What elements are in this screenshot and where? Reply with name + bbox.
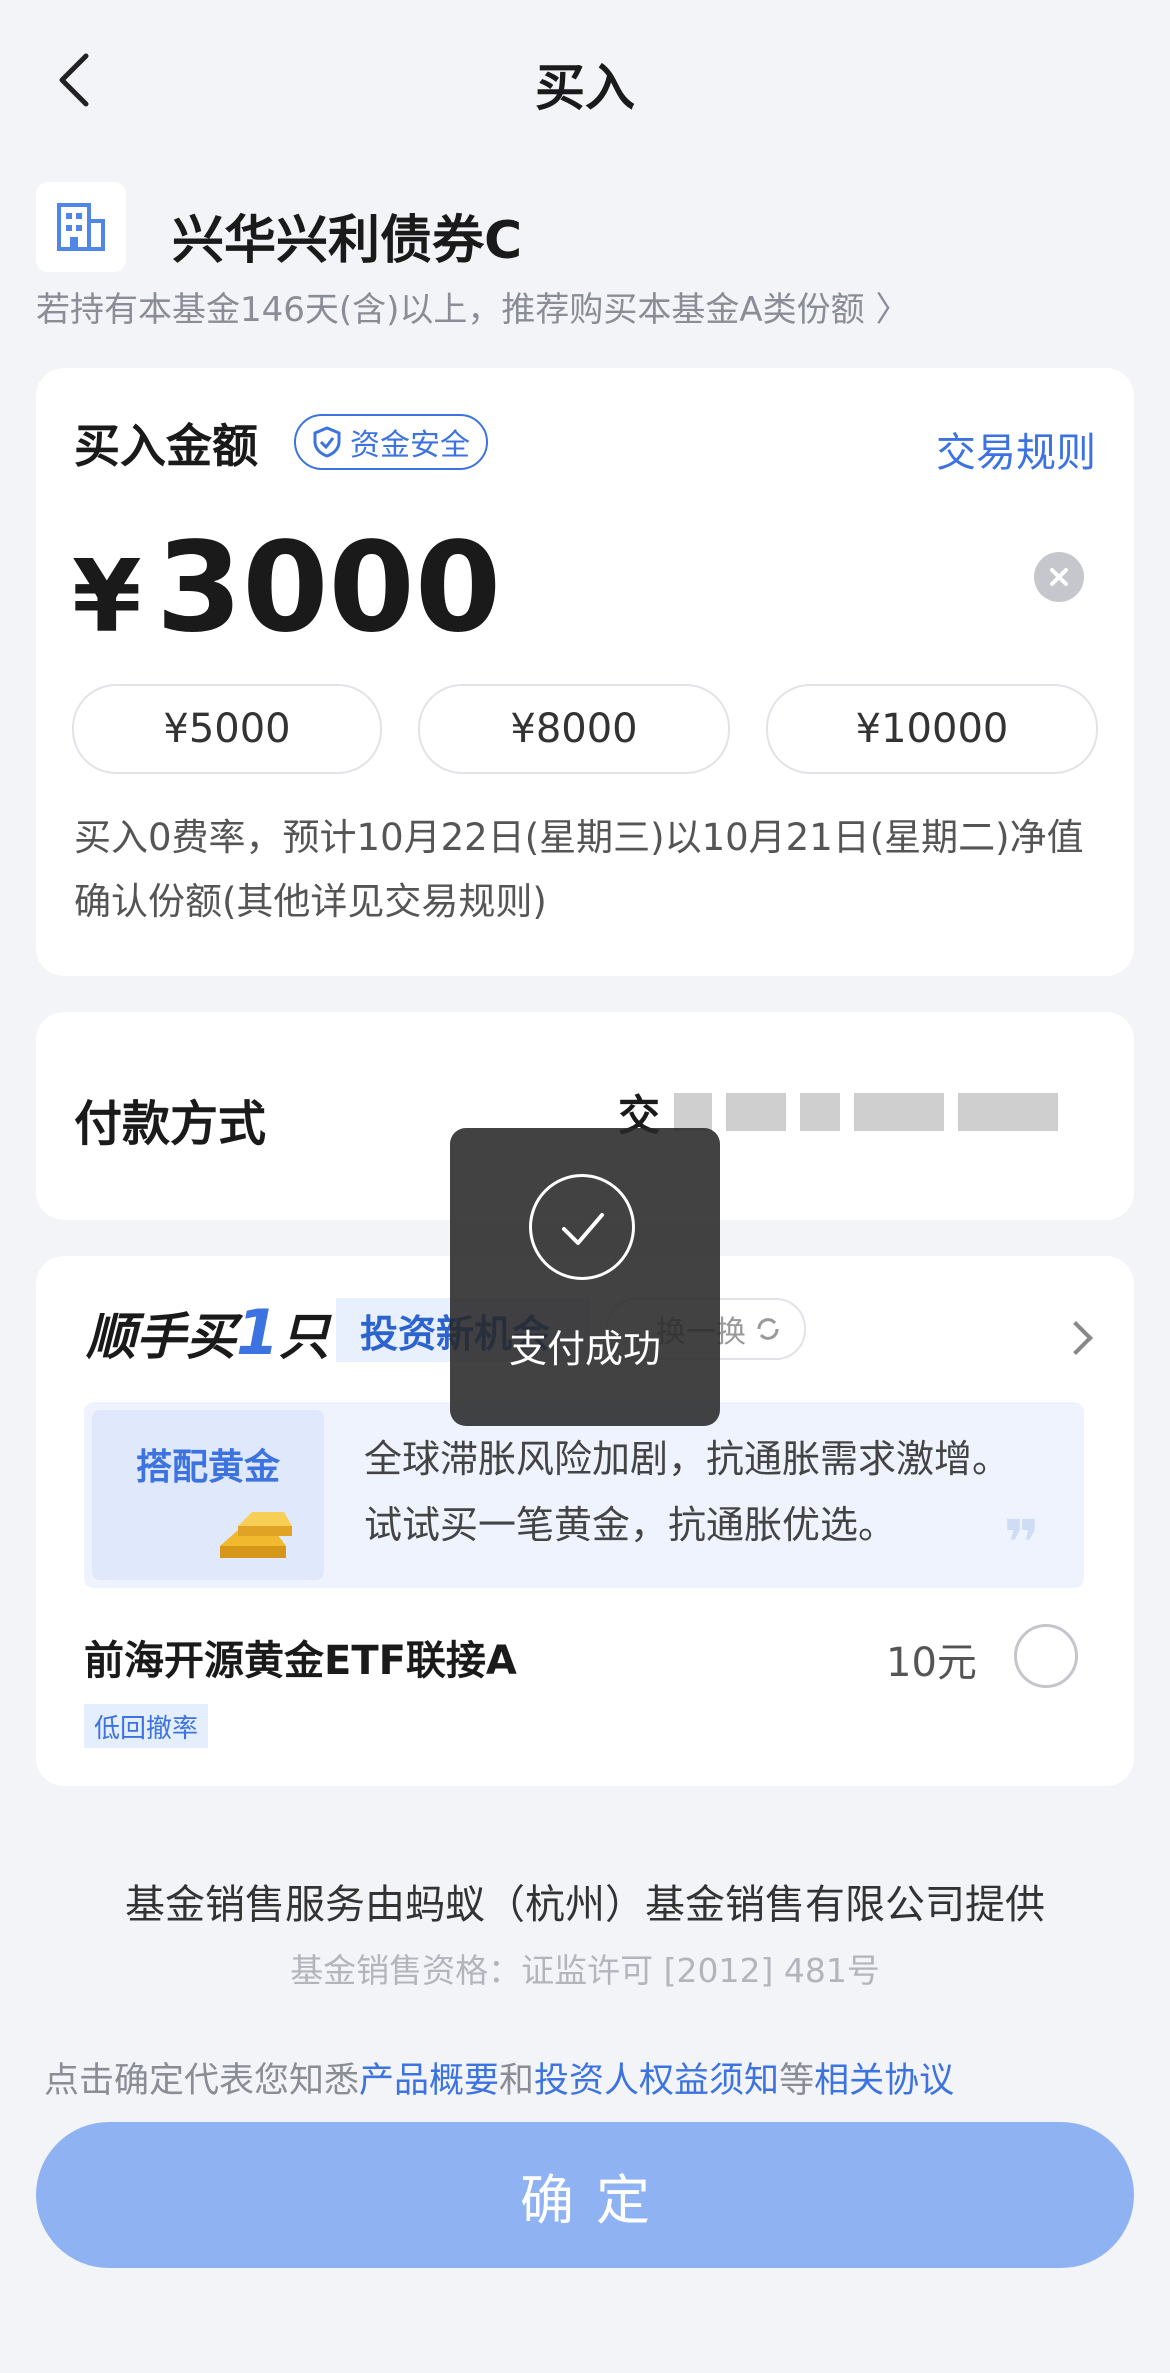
checkmark-icon	[529, 1174, 635, 1280]
trading-rules-link[interactable]: 交易规则	[936, 420, 1096, 478]
building-icon	[36, 182, 126, 272]
payment-method-label: 付款方式	[74, 1096, 267, 1152]
promo-box-title: 搭配黄金	[135, 1447, 280, 1488]
agreement-and: 和	[499, 2061, 535, 2101]
fund-name: 兴华兴利债券C	[172, 211, 523, 271]
redacted-block	[726, 1093, 787, 1131]
amount-input[interactable]: 3000	[156, 516, 501, 660]
gold-bar-icon	[220, 1512, 292, 1558]
add-on-title-suffix: 只	[279, 1308, 330, 1366]
safety-badge-label: 资金安全	[350, 428, 470, 463]
toast-message: 支付成功	[508, 1327, 661, 1371]
add-on-title-text: 顺手买	[86, 1308, 236, 1366]
amount-card: 买入金额 资金安全 交易规则 ¥ 3000 ¥5000 ¥8000 ¥10000…	[36, 368, 1134, 976]
nav-bar: 买入	[0, 0, 1170, 170]
share-class-tip[interactable]: 若持有本基金146天(含)以上，推荐购买本基金A类份额 〉	[36, 282, 910, 331]
product-summary-link[interactable]: 产品概要	[359, 2061, 499, 2101]
related-agreements-link[interactable]: 相关协议	[814, 2061, 954, 2101]
fee-info: 买入0费率，预计10月22日(星期三)以10月21日(星期二)净值确认份额(其他…	[74, 816, 1084, 923]
amount-label: 买入金额	[74, 419, 258, 473]
gold-fund-price: 10元	[886, 1640, 977, 1686]
low-drawdown-tag: 低回撤率	[84, 1704, 209, 1748]
quote-mark-icon: ❞	[1003, 1506, 1040, 1579]
promo-line-1: 全球滞胀风险加剧，抗通胀需求激增。	[364, 1437, 1011, 1481]
clear-amount-icon[interactable]	[1034, 552, 1084, 602]
sales-license-text: 基金销售资格：证监许可 [2012] 481号	[290, 1951, 880, 1990]
payment-success-toast: 支付成功	[450, 1128, 720, 1426]
agreement-text: 点击确定代表您知悉产品概要和投资人权益须知等相关协议	[44, 2052, 954, 2103]
sales-provider-text: 基金销售服务由蚂蚁（杭州）基金销售有限公司提供	[125, 1882, 1045, 1928]
refresh-icon	[757, 1318, 779, 1340]
fund-safety-badge[interactable]: 资金安全	[294, 414, 488, 470]
agreement-etc: 等	[779, 2061, 815, 2101]
quick-amount-5000[interactable]: ¥5000	[72, 684, 382, 774]
shield-icon	[313, 426, 341, 458]
redacted-block	[674, 1093, 713, 1131]
investor-rights-link[interactable]: 投资人权益须知	[534, 2061, 779, 2101]
promo-text: 全球滞胀风险加剧，抗通胀需求激增。 试试买一笔黄金，抗通胀优选。	[364, 1426, 1010, 1558]
gold-fund-select-radio[interactable]	[1014, 1624, 1078, 1688]
agreement-prefix: 点击确定代表您知悉	[44, 2061, 360, 2101]
promo-line-2: 试试买一笔黄金，抗通胀优选。	[364, 1503, 897, 1547]
confirm-button[interactable]: 确定	[36, 2122, 1134, 2268]
gold-promo-banner[interactable]: 搭配黄金 全球滞胀风险加剧，抗通胀需求激增。 试试买一笔黄金，抗通胀优选。 ❞	[84, 1402, 1084, 1588]
promo-box: 搭配黄金	[92, 1410, 324, 1580]
redacted-block	[800, 1093, 841, 1131]
add-on-title-number: 1	[236, 1296, 280, 1369]
redacted-block	[958, 1093, 1059, 1131]
currency-symbol: ¥	[72, 538, 142, 655]
gold-fund-name: 前海开源黄金ETF联接A	[84, 1638, 517, 1684]
chevron-right-icon[interactable]	[1059, 1321, 1093, 1355]
quick-amount-10000[interactable]: ¥10000	[766, 684, 1098, 774]
page-title: 买入	[535, 59, 635, 117]
quick-amount-8000[interactable]: ¥8000	[418, 684, 730, 774]
add-on-title: 顺手买1只	[86, 1296, 329, 1369]
redacted-block	[854, 1093, 945, 1131]
